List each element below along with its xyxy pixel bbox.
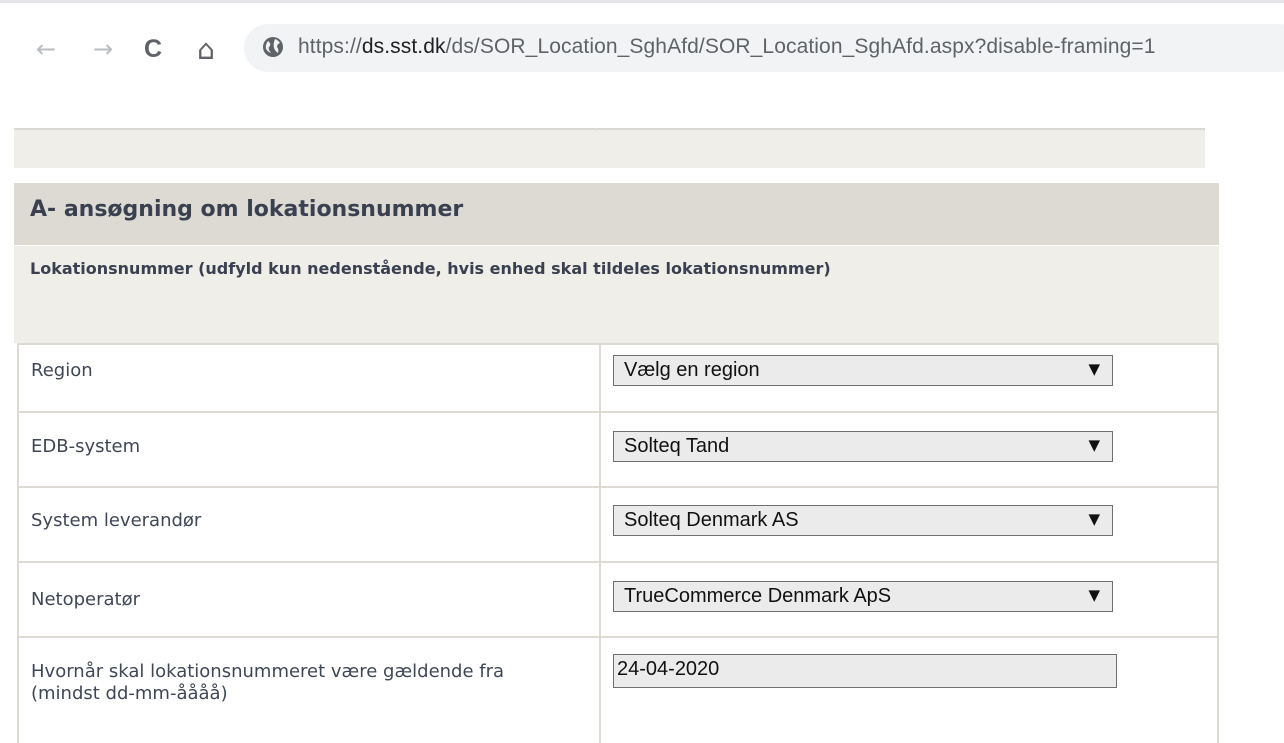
form-row-region: Region Vælg en region ▼ [17, 343, 1219, 411]
row-border [1217, 636, 1219, 743]
dropdown-arrow-icon: ▼ [1088, 360, 1100, 378]
row-border [17, 486, 19, 561]
home-icon[interactable]: ⌂ [190, 33, 222, 66]
forward-icon[interactable]: → [87, 33, 119, 65]
row-border [1217, 486, 1219, 561]
row-border [599, 486, 601, 561]
browser-toolbar: ← → C ⌂ https://ds.sst.dk/ds/SOR_Locatio… [0, 3, 1284, 93]
row-border [1217, 561, 1219, 636]
row-border [599, 343, 601, 411]
form-row-system-supplier: System leverandør Solteq Denmark AS ▼ [17, 486, 1219, 561]
region-selected-value: Vælg en region [624, 359, 760, 381]
section-header: A- ansøgning om lokationsnummer [14, 183, 1219, 246]
back-icon[interactable]: ← [30, 33, 62, 65]
reload-icon[interactable]: C [137, 33, 169, 65]
url-prefix: https:// [298, 35, 362, 58]
section-title: A- ansøgning om lokationsnummer [30, 197, 464, 222]
url-text[interactable]: https://ds.sst.dk/ds/SOR_Location_SghAfd… [298, 35, 1156, 59]
valid-from-date-value: 24-04-2020 [617, 658, 720, 680]
row-border [1217, 411, 1219, 486]
system-supplier-label: System leverandør [31, 510, 202, 531]
section-subtitle: Lokationsnummer (udfyld kun nedenstående… [30, 259, 831, 278]
application-section: A- ansøgning om lokationsnummer Lokation… [14, 183, 1219, 343]
url-path: /ds/SOR_Location_SghAfd/SOR_Location_Sgh… [445, 35, 1156, 58]
address-bar[interactable]: https://ds.sst.dk/ds/SOR_Location_SghAfd… [244, 24, 1284, 72]
row-border [17, 636, 19, 743]
system-supplier-selected-value: Solteq Denmark AS [624, 509, 799, 531]
divider [14, 128, 1205, 130]
row-border [17, 561, 1219, 563]
dropdown-arrow-icon: ▼ [1088, 436, 1100, 454]
globe-icon [263, 37, 283, 57]
url-host: ds.sst.dk [361, 35, 446, 58]
row-border [17, 486, 1219, 488]
valid-from-label-line2: (mindst dd-mm-åååå) [31, 683, 228, 704]
netoperator-selected-value: TrueCommerce Denmark ApS [624, 585, 892, 607]
row-border [17, 411, 19, 486]
row-border [599, 636, 601, 743]
row-border [599, 561, 601, 636]
valid-from-label-line1: Hvornår skal lokationsnummeret være gæld… [31, 661, 505, 682]
edb-system-label: EDB-system [31, 436, 141, 457]
system-supplier-select[interactable]: Solteq Denmark AS ▼ [613, 505, 1113, 536]
edb-system-select[interactable]: Solteq Tand ▼ [613, 431, 1113, 462]
valid-from-label: Hvornår skal lokationsnummeret være gæld… [31, 661, 504, 705]
row-border [17, 636, 1219, 638]
row-border [17, 411, 1219, 413]
form-row-edb-system: EDB-system Solteq Tand ▼ [17, 411, 1219, 486]
netoperator-label: Netoperatør [31, 589, 141, 610]
netoperator-select[interactable]: TrueCommerce Denmark ApS ▼ [613, 581, 1113, 612]
dropdown-arrow-icon: ▼ [1088, 510, 1100, 528]
row-border [17, 561, 19, 636]
row-border [1217, 343, 1219, 411]
valid-from-date-input[interactable]: 24-04-2020 [613, 654, 1117, 688]
row-border [17, 343, 1219, 345]
row-border [599, 411, 601, 486]
form-row-netoperator: Netoperatør TrueCommerce Denmark ApS ▼ [17, 561, 1219, 636]
region-label: Region [31, 360, 93, 381]
previous-section-footer [14, 128, 1205, 168]
region-select[interactable]: Vælg en region ▼ [613, 355, 1113, 386]
form-row-valid-from: Hvornår skal lokationsnummeret være gæld… [17, 636, 1219, 743]
row-border [17, 343, 19, 411]
edb-system-selected-value: Solteq Tand [624, 435, 730, 457]
dropdown-arrow-icon: ▼ [1088, 586, 1100, 604]
column-divider [596, 128, 597, 132]
